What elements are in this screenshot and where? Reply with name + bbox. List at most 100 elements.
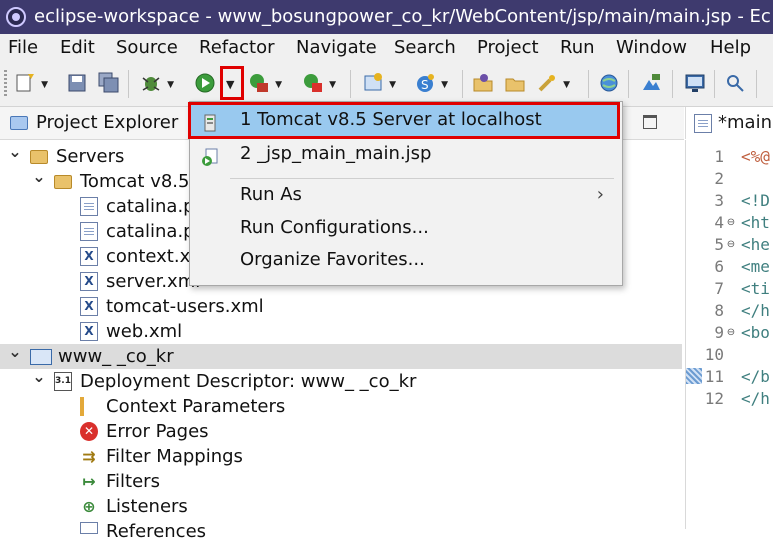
chevron-down-icon[interactable]: ⌄ [32, 369, 46, 394]
search-icon[interactable]: ▼ [536, 72, 570, 94]
chevron-down-icon[interactable]: ⌄ [32, 169, 46, 194]
line-number: 5 [714, 235, 724, 254]
editor-tab[interactable]: *main. [685, 107, 773, 139]
chevron-down-icon[interactable]: ⌄ [8, 344, 22, 369]
console-icon[interactable] [684, 72, 706, 94]
run-icon[interactable] [194, 72, 216, 94]
menu-source[interactable]: Source [116, 34, 178, 62]
tree-item[interactable]: ⊕ Listeners [0, 494, 682, 519]
line-number: 1 [714, 147, 724, 166]
menu-run[interactable]: Run [560, 34, 595, 62]
filter-mappings-icon: ⇉ [82, 447, 96, 466]
xml-icon: X [80, 322, 98, 341]
project-explorer-title[interactable]: Project Explorer [36, 107, 178, 139]
code-line: <!D [741, 191, 770, 210]
svg-text:S: S [421, 78, 429, 92]
fold-toggle-icon[interactable]: ⊖ [725, 239, 737, 251]
xml-icon: X [80, 297, 98, 316]
maximize-icon[interactable] [643, 115, 657, 129]
chevron-down-icon[interactable]: ▼ [275, 80, 282, 90]
line-number: 9 [714, 323, 724, 342]
code-editor[interactable]: 1 <%@ 2 3 <!D 4 ⊖ <ht 5 ⊖ <he 6 <me 7 <ti 8 </h 9 ⊖ <bo 10 11… [685, 140, 773, 529]
chevron-down-icon[interactable]: ⌄ [8, 144, 22, 169]
references-icon [80, 522, 98, 534]
toolbar-separator [588, 70, 589, 98]
save-all-icon[interactable] [98, 72, 120, 94]
code-line: <%@ [741, 147, 770, 166]
toolbar-grip[interactable] [4, 70, 7, 98]
chevron-down-icon[interactable]: ▼ [167, 80, 174, 90]
chevron-down-icon[interactable]: ▼ [441, 80, 448, 90]
external-tools-icon[interactable]: ▼ [302, 72, 336, 94]
line-number: 7 [714, 279, 724, 298]
menu-window[interactable]: Window [616, 34, 687, 62]
toolbar-separator [714, 70, 715, 98]
run-configurations-item[interactable]: Run Configurations... [190, 212, 620, 244]
organize-favorites-label: Organize Favorites... [240, 249, 425, 270]
fold-toggle-icon[interactable]: ⊖ [725, 217, 737, 229]
menu-bar: File Edit Source Refactor Navigate Searc… [0, 34, 773, 62]
open-type-icon[interactable] [472, 72, 494, 94]
new-server-icon[interactable]: ▼ [362, 72, 396, 94]
run-item-jsp-main[interactable]: 2 _jsp_main_main.jsp [190, 138, 620, 170]
run-configurations-label: Run Configurations... [240, 217, 429, 238]
folder-icon [30, 150, 48, 164]
tree-item[interactable]: ↦ Filters [0, 469, 682, 494]
line-number: 6 [714, 257, 724, 276]
tree-item[interactable]: Context Parameters [0, 394, 682, 419]
new-class-icon[interactable]: S ▼ [414, 72, 448, 94]
chevron-down-icon[interactable]: ▼ [563, 80, 570, 90]
tree-item[interactable]: References [0, 519, 682, 544]
tree-item[interactable]: Xweb.xml [0, 319, 682, 344]
fold-toggle-icon[interactable]: ⊖ [725, 327, 737, 339]
code-line: <me [741, 257, 770, 276]
code-line: </h [741, 389, 770, 408]
code-line: <bo [741, 323, 770, 342]
run-as-item[interactable]: Run As › [190, 179, 620, 211]
tree-item[interactable]: ⌄ 3.1 Deployment Descriptor: www_ _co_kr [0, 369, 682, 394]
run-jsp-icon [202, 145, 218, 166]
menu-file[interactable]: File [8, 34, 38, 62]
menu-refactor[interactable]: Refactor [199, 34, 275, 62]
code-line: <ht [741, 213, 770, 232]
browser-icon[interactable] [598, 72, 620, 94]
chevron-right-icon: › [596, 184, 604, 205]
tree-item[interactable]: ✕ Error Pages [0, 419, 682, 444]
tree-item-label: Filters [106, 471, 160, 492]
tree-item[interactable]: Xtomcat-users.xml [0, 294, 682, 319]
line-number: 3 [714, 191, 724, 210]
tree-item-label: Listeners [106, 496, 188, 517]
menu-navigate[interactable]: Navigate [296, 34, 377, 62]
open-perspective-icon[interactable] [640, 72, 662, 94]
tree-item-label: catalina.p [106, 196, 195, 217]
line-number: 10 [704, 345, 724, 364]
listeners-icon: ⊕ [82, 497, 96, 516]
coverage-icon[interactable]: ▼ [248, 72, 282, 94]
current-line-marker-icon [686, 368, 702, 384]
open-resource-icon[interactable] [504, 72, 526, 94]
toolbar-separator [128, 70, 129, 98]
project-icon [30, 349, 52, 365]
menu-help[interactable]: Help [710, 34, 751, 62]
new-icon[interactable]: ▼ [14, 72, 48, 94]
menu-project[interactable]: Project [477, 34, 539, 62]
chevron-down-icon[interactable]: ▼ [329, 80, 336, 90]
pin-icon[interactable] [724, 72, 746, 94]
tree-item[interactable]: ⌄ www_ _co_kr [0, 344, 682, 369]
run-as-label: Run As [240, 184, 302, 205]
eclipse-app-icon [6, 7, 26, 27]
tree-item-label: catalina.p [106, 221, 195, 242]
debug-icon[interactable]: ▼ [140, 72, 174, 94]
menu-search[interactable]: Search [394, 34, 456, 62]
menu-edit[interactable]: Edit [60, 34, 95, 62]
window-title-bar: eclipse-workspace - www_bosungpower_co_k… [0, 0, 773, 34]
code-line: </h [741, 301, 770, 320]
line-number: 8 [714, 301, 724, 320]
chevron-down-icon[interactable]: ▼ [41, 80, 48, 90]
toolbar-separator [672, 70, 673, 98]
project-explorer-icon [10, 116, 28, 130]
chevron-down-icon[interactable]: ▼ [389, 80, 396, 90]
organize-favorites-item[interactable]: Organize Favorites... [190, 244, 620, 276]
save-icon[interactable] [66, 72, 88, 94]
tree-item[interactable]: ⇉ Filter Mappings [0, 444, 682, 469]
